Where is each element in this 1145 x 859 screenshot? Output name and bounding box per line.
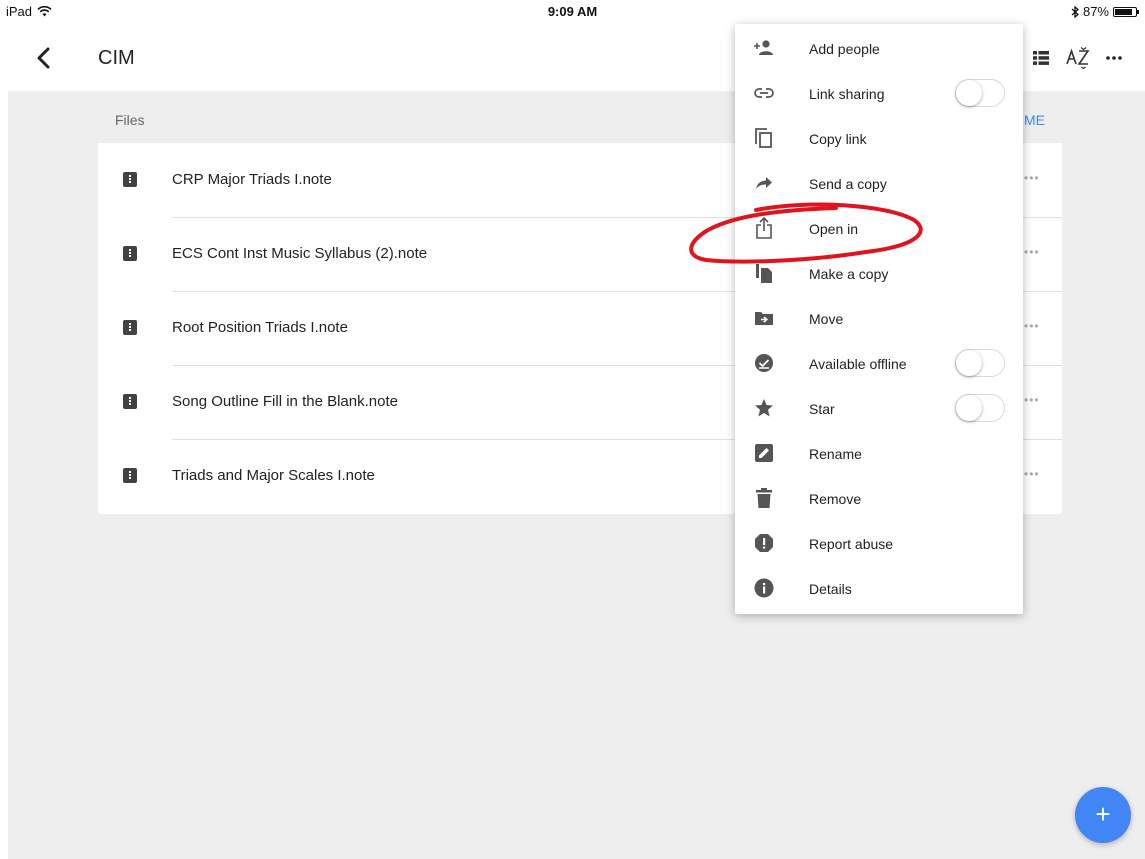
back-chevron-icon xyxy=(37,47,50,69)
menu-item-add-people[interactable]: Add people xyxy=(735,26,1023,71)
file-more-icon[interactable]: ••• xyxy=(1024,393,1040,407)
back-button[interactable] xyxy=(32,44,56,72)
offline-check-icon xyxy=(753,352,775,374)
sort-az-icon xyxy=(1066,47,1090,69)
file-more-icon[interactable]: ••• xyxy=(1024,245,1040,259)
copy-icon xyxy=(753,127,775,149)
file-context-menu: Add people Link sharing Copy link Send a… xyxy=(735,24,1023,614)
status-time: 9:09 AM xyxy=(547,4,598,19)
status-bar: iPad 9:09 AM 87% xyxy=(0,0,1145,24)
menu-item-link-sharing[interactable]: Link sharing xyxy=(735,71,1023,116)
file-name: Triads and Major Scales I.note xyxy=(172,467,375,484)
bluetooth-icon xyxy=(1071,5,1079,18)
send-arrow-icon xyxy=(753,172,775,194)
add-person-icon xyxy=(753,37,775,59)
note-file-icon xyxy=(123,468,137,483)
move-folder-icon xyxy=(753,307,775,329)
menu-item-copy-link[interactable]: Copy link xyxy=(735,116,1023,161)
menu-item-star[interactable]: Star xyxy=(735,386,1023,431)
menu-label: Move xyxy=(809,311,844,327)
sort-button[interactable] xyxy=(1065,46,1091,70)
star-toggle[interactable] xyxy=(955,394,1005,422)
menu-item-move[interactable]: Move xyxy=(735,296,1023,341)
menu-item-send-copy[interactable]: Send a copy xyxy=(735,161,1023,206)
battery-fill xyxy=(1115,8,1133,15)
note-file-icon xyxy=(123,172,137,187)
menu-item-details[interactable]: Details xyxy=(735,566,1023,611)
share-open-icon xyxy=(753,217,775,239)
report-icon xyxy=(753,532,775,554)
list-view-icon xyxy=(1033,51,1049,65)
menu-label: Rename xyxy=(809,446,862,462)
menu-item-remove[interactable]: Remove xyxy=(735,476,1023,521)
menu-label: Copy link xyxy=(809,131,867,147)
menu-label: Details xyxy=(809,581,852,597)
status-right: 87% xyxy=(1071,4,1139,19)
new-item-fab[interactable]: + xyxy=(1075,787,1131,843)
menu-item-make-copy[interactable]: Make a copy xyxy=(735,251,1023,296)
menu-item-report-abuse[interactable]: Report abuse xyxy=(735,521,1023,566)
files-section-label: Files xyxy=(115,112,145,128)
battery-icon xyxy=(1113,6,1139,17)
more-options-button[interactable] xyxy=(1101,46,1127,70)
menu-item-available-offline[interactable]: Available offline xyxy=(735,341,1023,386)
note-file-icon xyxy=(123,320,137,335)
trash-icon xyxy=(753,487,775,509)
menu-label: Open in xyxy=(809,221,859,237)
battery-percent: 87% xyxy=(1082,4,1109,19)
more-horiz-icon xyxy=(1106,56,1122,60)
menu-item-rename[interactable]: Rename xyxy=(735,431,1023,476)
status-left: iPad xyxy=(6,4,52,19)
file-name: CRP Major Triads I.note xyxy=(172,171,332,188)
available-offline-toggle[interactable] xyxy=(955,349,1005,377)
note-file-icon xyxy=(123,246,137,261)
note-file-icon xyxy=(123,394,137,409)
menu-label: Available offline xyxy=(809,356,907,372)
toggle-knob xyxy=(956,80,982,106)
link-sharing-toggle[interactable] xyxy=(955,79,1005,107)
menu-label: Remove xyxy=(809,491,862,507)
wifi-icon xyxy=(37,6,52,17)
menu-label: Link sharing xyxy=(809,86,885,102)
file-name: Root Position Triads I.note xyxy=(172,319,348,336)
device-label: iPad xyxy=(6,4,33,19)
info-icon xyxy=(753,577,775,599)
page-title: CIM xyxy=(98,47,135,69)
file-name: Song Outline Fill in the Blank.note xyxy=(172,393,398,410)
toggle-knob xyxy=(956,395,982,421)
menu-label: Make a copy xyxy=(809,266,889,282)
menu-label: Add people xyxy=(809,41,880,57)
file-more-icon[interactable]: ••• xyxy=(1024,467,1040,481)
file-more-icon[interactable]: ••• xyxy=(1024,171,1040,185)
menu-item-open-in[interactable]: Open in xyxy=(735,206,1023,251)
menu-label: Report abuse xyxy=(809,536,894,552)
toggle-knob xyxy=(956,350,982,376)
rename-pencil-icon xyxy=(753,442,775,464)
menu-label: Send a copy xyxy=(809,176,887,192)
link-icon xyxy=(753,82,775,104)
star-icon xyxy=(753,397,775,419)
make-copy-icon xyxy=(753,262,775,284)
sort-name-link[interactable]: ME xyxy=(1024,112,1045,128)
file-name: ECS Cont Inst Music Syllabus (2).note xyxy=(172,245,428,262)
file-more-icon[interactable]: ••• xyxy=(1024,319,1040,333)
menu-label: Star xyxy=(809,401,835,417)
list-view-button[interactable] xyxy=(1028,46,1054,70)
